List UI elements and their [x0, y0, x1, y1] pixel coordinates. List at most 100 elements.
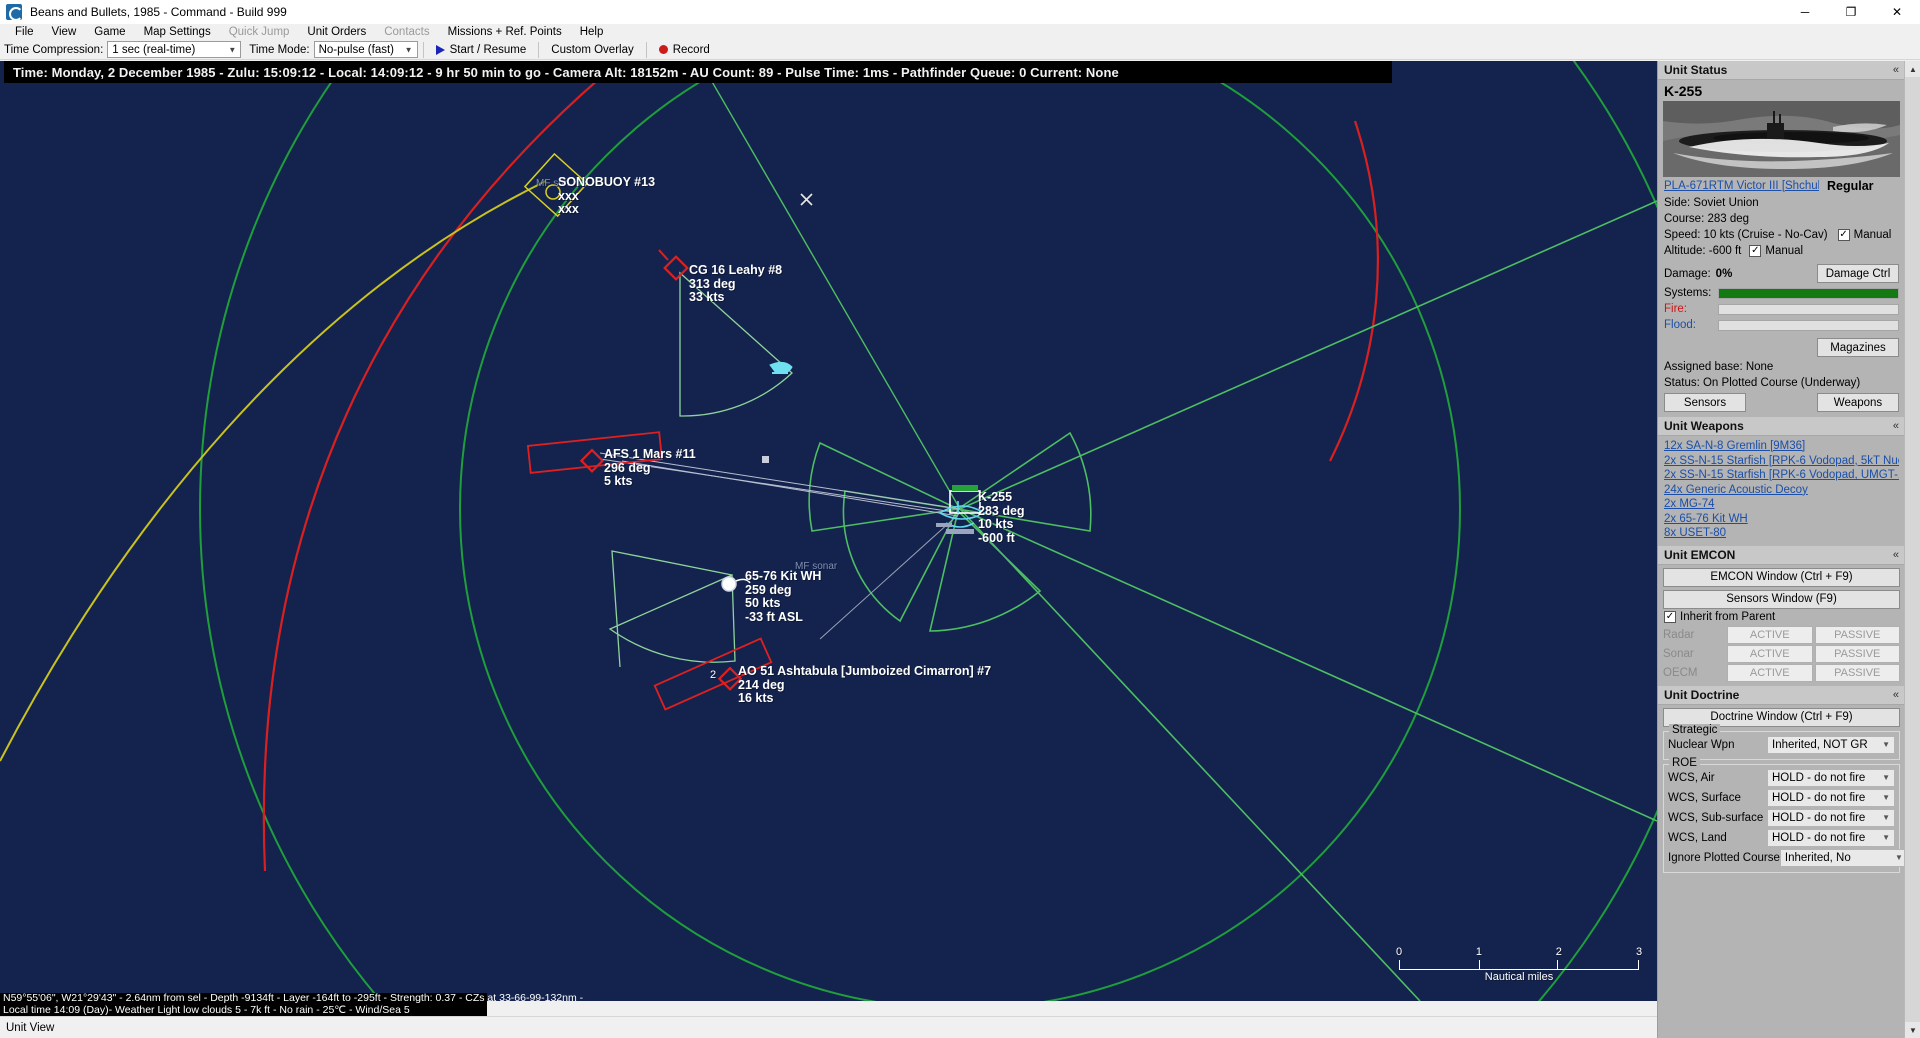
roe-row: WCS, Sub-surface HOLD - do not fire ▼ [1668, 808, 1895, 827]
unit-doctrine-title: Unit Doctrine [1664, 687, 1740, 702]
unit-emcon-header[interactable]: Unit EMCON « [1658, 545, 1905, 565]
roe-select[interactable]: HOLD - do not fire ▼ [1767, 808, 1895, 827]
damage-label: Damage: [1664, 267, 1711, 280]
flood-bar [1718, 319, 1899, 331]
weapon-item[interactable]: 2x 65-76 Kit WH [1664, 512, 1899, 527]
record-button[interactable]: Record [652, 41, 717, 59]
emcon-passive-button[interactable]: PASSIVE [1814, 644, 1900, 663]
start-resume-button[interactable]: Start / Resume [429, 41, 534, 59]
menu-item-game[interactable]: Game [85, 26, 134, 38]
chevron-up-icon[interactable]: « [1893, 420, 1899, 432]
nuclear-wpn-select[interactable]: Inherited, NOT GR ▼ [1767, 735, 1895, 754]
roe-label: Ignore Plotted Course [1668, 851, 1780, 864]
unit-doctrine-header[interactable]: Unit Doctrine « [1658, 685, 1905, 705]
unit-class-row: PLA-671RTM Victor III [Shchuka] Regular [1658, 177, 1905, 195]
minimize-button[interactable]: ─ [1782, 0, 1828, 24]
title-bar: Beans and Bullets, 1985 - Command - Buil… [0, 0, 1920, 24]
emcon-passive-button[interactable]: PASSIVE [1814, 663, 1900, 682]
inherit-from-parent-row: ✓ Inherit from Parent [1658, 609, 1905, 625]
damage-ctrl-button[interactable]: Damage Ctrl [1817, 264, 1899, 283]
chevron-down-icon: ▼ [1882, 833, 1890, 842]
systems-label: Systems: [1664, 287, 1712, 299]
sensors-button[interactable]: Sensors [1664, 393, 1746, 412]
close-button[interactable]: ✕ [1874, 0, 1920, 24]
unit-altitude-row: Altitude: -600 ft ✓ Manual [1658, 243, 1905, 259]
map-canvas[interactable]: SONOBUOY #13 xxx xxx MF son CG 16 Leahy … [0, 61, 1657, 1001]
menu-item-missions-ref-points[interactable]: Missions + Ref. Points [439, 26, 571, 38]
emcon-active-button[interactable]: ACTIVE [1727, 625, 1813, 644]
time-compression-label: Time Compression: [4, 43, 104, 56]
inherit-from-parent-checkbox[interactable]: ✓ [1664, 610, 1676, 623]
emcon-active-button[interactable]: ACTIVE [1727, 663, 1813, 682]
chevron-up-icon[interactable]: « [1893, 689, 1899, 701]
roe-value: HOLD - do not fire [1772, 771, 1866, 784]
weapon-item[interactable]: 24x Generic Acoustic Decoy [1664, 483, 1899, 498]
weapon-item[interactable]: 12x SA-N-8 Gremlin [9M36] [1664, 439, 1899, 454]
menu-item-map-settings[interactable]: Map Settings [135, 26, 220, 38]
speed-manual-label: Manual [1853, 229, 1892, 241]
emcon-grid: Radar ACTIVE PASSIVE Sonar ACTIVE PASSIVE OECM… [1658, 625, 1905, 686]
menu-item-help[interactable]: Help [571, 26, 613, 38]
menu-bar: File View Game Map Settings Quick Jump Unit O… [0, 24, 1920, 40]
menu-item-file[interactable]: File [6, 26, 43, 38]
custom-overlay-button[interactable]: Custom Overlay [544, 41, 640, 59]
emcon-window-button[interactable]: EMCON Window (Ctrl + F9) [1663, 567, 1900, 587]
toolbar: Time Compression: 1 sec (real-time) ▼ Ti… [0, 40, 1920, 60]
emcon-active-button[interactable]: ACTIVE [1727, 644, 1813, 663]
inherit-from-parent-label: Inherit from Parent [1680, 610, 1776, 623]
scroll-up-arrow[interactable]: ▲ [1905, 61, 1920, 77]
time-compression-select[interactable]: 1 sec (real-time) ▼ [107, 41, 242, 58]
magazines-button[interactable]: Magazines [1817, 338, 1899, 357]
nuclear-wpn-value: Inherited, NOT GR [1772, 738, 1868, 751]
weapon-item[interactable]: 8x USET-80 [1664, 526, 1899, 541]
chevron-up-icon[interactable]: « [1893, 64, 1899, 76]
magazines-row: Magazines [1658, 333, 1905, 359]
speed-manual-checkbox[interactable]: ✓ [1837, 229, 1850, 241]
roe-value: HOLD - do not fire [1772, 831, 1866, 844]
roe-select[interactable]: HOLD - do not fire ▼ [1767, 828, 1895, 847]
weapons-button[interactable]: Weapons [1817, 393, 1899, 412]
scale-caption: Nautical miles [1484, 971, 1554, 983]
menu-item-view[interactable]: View [43, 26, 86, 38]
menu-item-unit-orders[interactable]: Unit Orders [298, 26, 375, 38]
unit-weapons-header[interactable]: Unit Weapons « [1658, 417, 1905, 436]
fire-label: Fire: [1664, 303, 1687, 315]
unit-class-link[interactable]: PLA-671RTM Victor III [Shchuka] [1664, 180, 1819, 192]
damage-row: Damage: 0% Damage Ctrl [1658, 259, 1905, 285]
unit-view-label: Unit View [6, 1021, 55, 1034]
app-icon [6, 4, 23, 21]
sidebar-scrollbar[interactable]: ▲ ▼ [1904, 61, 1920, 1038]
chevron-up-icon[interactable]: « [1893, 549, 1899, 561]
roe-label: WCS, Land [1668, 831, 1727, 844]
weapon-item[interactable]: 2x MG-74 [1664, 497, 1899, 512]
roe-select[interactable]: Inherited, No ▼ [1779, 848, 1908, 867]
scale-tick: 0 [1395, 946, 1403, 958]
scale-bar: 0 1 2 3 Nautical miles [1395, 946, 1642, 983]
scroll-down-arrow[interactable]: ▼ [1905, 1022, 1920, 1038]
scale-bar-track [1399, 960, 1639, 970]
nuclear-wpn-row: Nuclear Wpn Inherited, NOT GR ▼ [1668, 735, 1895, 754]
window-controls: ─ ❐ ✕ [1782, 0, 1920, 24]
roe-select[interactable]: HOLD - do not fire ▼ [1767, 788, 1895, 807]
unit-status-header[interactable]: Unit Status « [1658, 61, 1905, 80]
flood-label: Flood: [1664, 319, 1696, 331]
time-mode-select[interactable]: No-pulse (fast) ▼ [313, 41, 418, 58]
emcon-passive-button[interactable]: PASSIVE [1814, 625, 1900, 644]
roe-select[interactable]: HOLD - do not fire ▼ [1767, 768, 1895, 787]
nuclear-wpn-label: Nuclear Wpn [1668, 738, 1735, 751]
chevron-down-icon: ▼ [1882, 740, 1890, 749]
right-sidebar: Unit Status « K-255 PLA-671RTM Victor II… [1657, 61, 1920, 1038]
maximize-button[interactable]: ❐ [1828, 0, 1874, 24]
status-line-2: Local time 14:09 (Day)- Weather Light lo… [3, 1003, 410, 1016]
record-label: Record [672, 43, 710, 56]
weapon-item[interactable]: 2x SS-N-15 Starfish [RPK-6 Vodopad, 5kT … [1664, 454, 1899, 469]
simulation-time-bar: Time: Monday, 2 December 1985 - Zulu: 15… [4, 61, 1392, 83]
sensors-window-button[interactable]: Sensors Window (F9) [1663, 589, 1900, 609]
roe-value: HOLD - do not fire [1772, 811, 1866, 824]
toolbar-separator [422, 41, 424, 58]
time-mode-label: Time Mode: [249, 43, 310, 56]
scale-tick: 1 [1475, 946, 1482, 958]
weapon-item[interactable]: 2x SS-N-15 Starfish [RPK-6 Vodopad, UMGT… [1664, 468, 1899, 483]
time-compression-value: 1 sec (real-time) [112, 43, 196, 56]
altitude-manual-checkbox[interactable]: ✓ [1749, 245, 1762, 257]
